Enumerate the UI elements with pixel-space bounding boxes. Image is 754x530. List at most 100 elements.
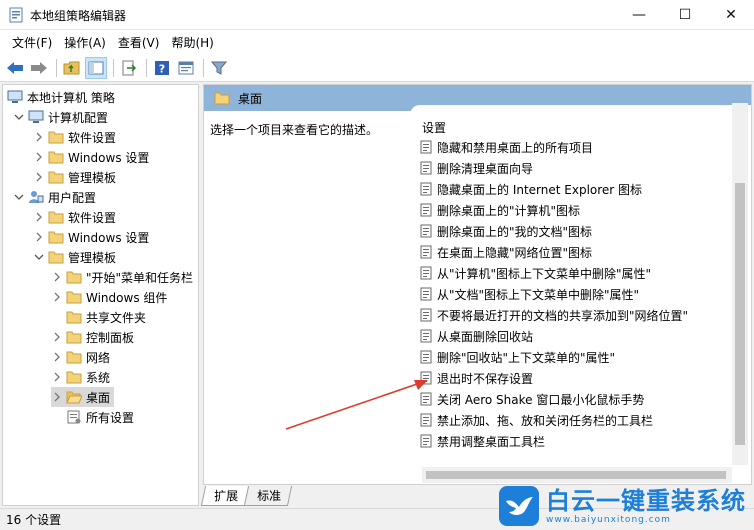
tree-node[interactable]: 软件设置: [33, 127, 116, 147]
tree-node-label: Windows 设置: [68, 150, 150, 165]
chevron-right-icon[interactable]: [51, 271, 63, 283]
setting-row[interactable]: 从"文档"图标上下文菜单中删除"属性": [420, 284, 639, 304]
policy-setting-icon: [420, 203, 432, 217]
tab-extended[interactable]: 扩展: [200, 486, 250, 506]
folder-icon: [66, 330, 82, 344]
tree-node-label: 网络: [86, 350, 111, 365]
settings-list: 设置 隐藏和禁用桌面上的所有项目删除清理桌面向导 隐藏桌面上的 Internet …: [410, 105, 751, 484]
policy-setting-icon: [420, 140, 432, 154]
menu-view[interactable]: 查看(V): [112, 30, 166, 54]
policy-setting-icon: [420, 392, 432, 406]
tree-node[interactable]: 控制面板: [51, 327, 134, 347]
setting-row[interactable]: 删除"回收站"上下文菜单的"属性": [420, 347, 615, 367]
tree-node[interactable]: 桌面: [51, 387, 115, 407]
chevron-down-icon[interactable]: [13, 191, 25, 203]
forward-button[interactable]: [28, 57, 50, 79]
setting-row[interactable]: 禁止添加、拖、放和关闭任务栏的工具栏: [420, 410, 653, 430]
export-list-button[interactable]: [118, 57, 140, 79]
watermark: 白云一键重装系统 www.baiyunxitong.com: [498, 482, 754, 530]
back-button[interactable]: [4, 57, 26, 79]
tree-node[interactable]: Windows 设置: [33, 227, 149, 247]
chevron-right-icon[interactable]: [33, 211, 45, 223]
close-button[interactable]: ✕: [708, 0, 754, 30]
setting-row[interactable]: 删除清理桌面向导: [420, 158, 533, 178]
tree-node[interactable]: 管理模板: [33, 247, 116, 267]
export-icon: [122, 60, 137, 75]
up-level-button[interactable]: [61, 57, 83, 79]
tree-node[interactable]: 本地计算机 策略: [7, 87, 115, 107]
tree-node[interactable]: "开始"菜单和任务栏: [51, 267, 193, 287]
tree-node[interactable]: 用户配置: [13, 187, 96, 207]
tree-node[interactable]: 所有设置: [51, 407, 134, 427]
tree-node[interactable]: Windows 组件: [51, 287, 167, 307]
chevron-right-icon[interactable]: [33, 231, 45, 243]
filter-icon: [211, 61, 227, 75]
tab-standard[interactable]: 标准: [243, 486, 293, 506]
folder-icon: [48, 130, 64, 144]
folder-icon: [66, 290, 82, 304]
setting-row[interactable]: 退出时不保存设置: [420, 368, 533, 388]
setting-row[interactable]: 删除桌面上的"计算机"图标: [420, 200, 580, 220]
tree-node[interactable]: 软件设置: [33, 207, 116, 227]
setting-label: 禁止添加、拖、放和关闭任务栏的工具栏: [437, 413, 654, 428]
setting-label: 删除桌面上的"计算机"图标: [437, 203, 581, 218]
help-button[interactable]: ?: [151, 57, 173, 79]
description-text: 选择一个项目来查看它的描述。: [210, 123, 379, 137]
folder-icon: [48, 170, 64, 184]
tree-node-label: 控制面板: [86, 330, 135, 345]
policy-setting-icon: [420, 287, 432, 301]
maximize-button[interactable]: ☐: [662, 0, 708, 30]
computer-icon: [28, 110, 44, 124]
computer-icon: [7, 90, 23, 104]
tab-label: 扩展: [214, 489, 239, 503]
tree-node[interactable]: Windows 设置: [33, 147, 149, 167]
tree-node[interactable]: 计算机配置: [13, 107, 108, 127]
setting-row[interactable]: 隐藏和禁用桌面上的所有项目: [420, 137, 593, 157]
setting-row[interactable]: 隐藏桌面上的 Internet Explorer 图标: [420, 179, 642, 199]
folder-icon: [48, 250, 64, 264]
minimize-button[interactable]: —: [616, 0, 662, 30]
details-title: 桌面: [238, 91, 263, 106]
chevron-right-icon[interactable]: [51, 391, 63, 403]
tree-node[interactable]: 网络: [51, 347, 110, 367]
tree-node[interactable]: 系统: [51, 367, 110, 387]
setting-label: 隐藏和禁用桌面上的所有项目: [437, 140, 594, 155]
menu-file[interactable]: 文件(F): [6, 30, 58, 54]
chevron-right-icon[interactable]: [51, 291, 63, 303]
chevron-right-icon[interactable]: [51, 371, 63, 383]
setting-row[interactable]: 在桌面上隐藏"网络位置"图标: [420, 242, 592, 262]
setting-label: 删除桌面上的"我的文档"图标: [437, 224, 593, 239]
tree-node[interactable]: 管理模板: [33, 167, 116, 187]
chevron-right-icon[interactable]: [51, 351, 63, 363]
menu-help[interactable]: 帮助(H): [165, 30, 219, 54]
chevron-right-icon[interactable]: [33, 131, 45, 143]
folder-open-icon: [66, 390, 82, 404]
vertical-scrollbar[interactable]: [732, 103, 748, 465]
status-text: 16 个设置: [6, 513, 62, 527]
tree-node[interactable]: 共享文件夹: [51, 307, 146, 327]
chevron-down-icon[interactable]: [33, 251, 45, 263]
console-tree-icon: [88, 61, 104, 74]
show-hide-tree-button[interactable]: [85, 56, 107, 79]
scrollbar-thumb[interactable]: [735, 183, 745, 445]
setting-row[interactable]: 不要将最近打开的文档的共享添加到"网络位置": [420, 305, 688, 325]
setting-row[interactable]: 删除桌面上的"我的文档"图标: [420, 221, 592, 241]
chevron-right-icon[interactable]: [33, 171, 45, 183]
column-header-setting[interactable]: 设置: [422, 119, 446, 136]
menu-action[interactable]: 操作(A): [58, 30, 112, 54]
filter-button[interactable]: [208, 57, 230, 79]
horizontal-scrollbar[interactable]: [422, 467, 732, 483]
toolbar: ?: [0, 54, 754, 82]
setting-row[interactable]: 禁用调整桌面工具栏: [420, 431, 545, 451]
setting-row[interactable]: 从桌面删除回收站: [420, 326, 533, 346]
setting-row[interactable]: 从"计算机"图标上下文菜单中删除"属性": [420, 263, 651, 283]
properties-button[interactable]: [175, 57, 197, 79]
console-tree: 本地计算机 策略 计算机配置 软件设置 Windows 设置 管理模板 用户配置 软件设置 W…: [2, 84, 199, 506]
scrollbar-thumb[interactable]: [426, 471, 726, 479]
chevron-right-icon[interactable]: [51, 331, 63, 343]
chevron-down-icon[interactable]: [13, 111, 25, 123]
setting-row[interactable]: 关闭 Aero Shake 窗口最小化鼠标手势: [420, 389, 644, 409]
toolbar-separator: [203, 58, 204, 77]
chevron-right-icon[interactable]: [33, 151, 45, 163]
